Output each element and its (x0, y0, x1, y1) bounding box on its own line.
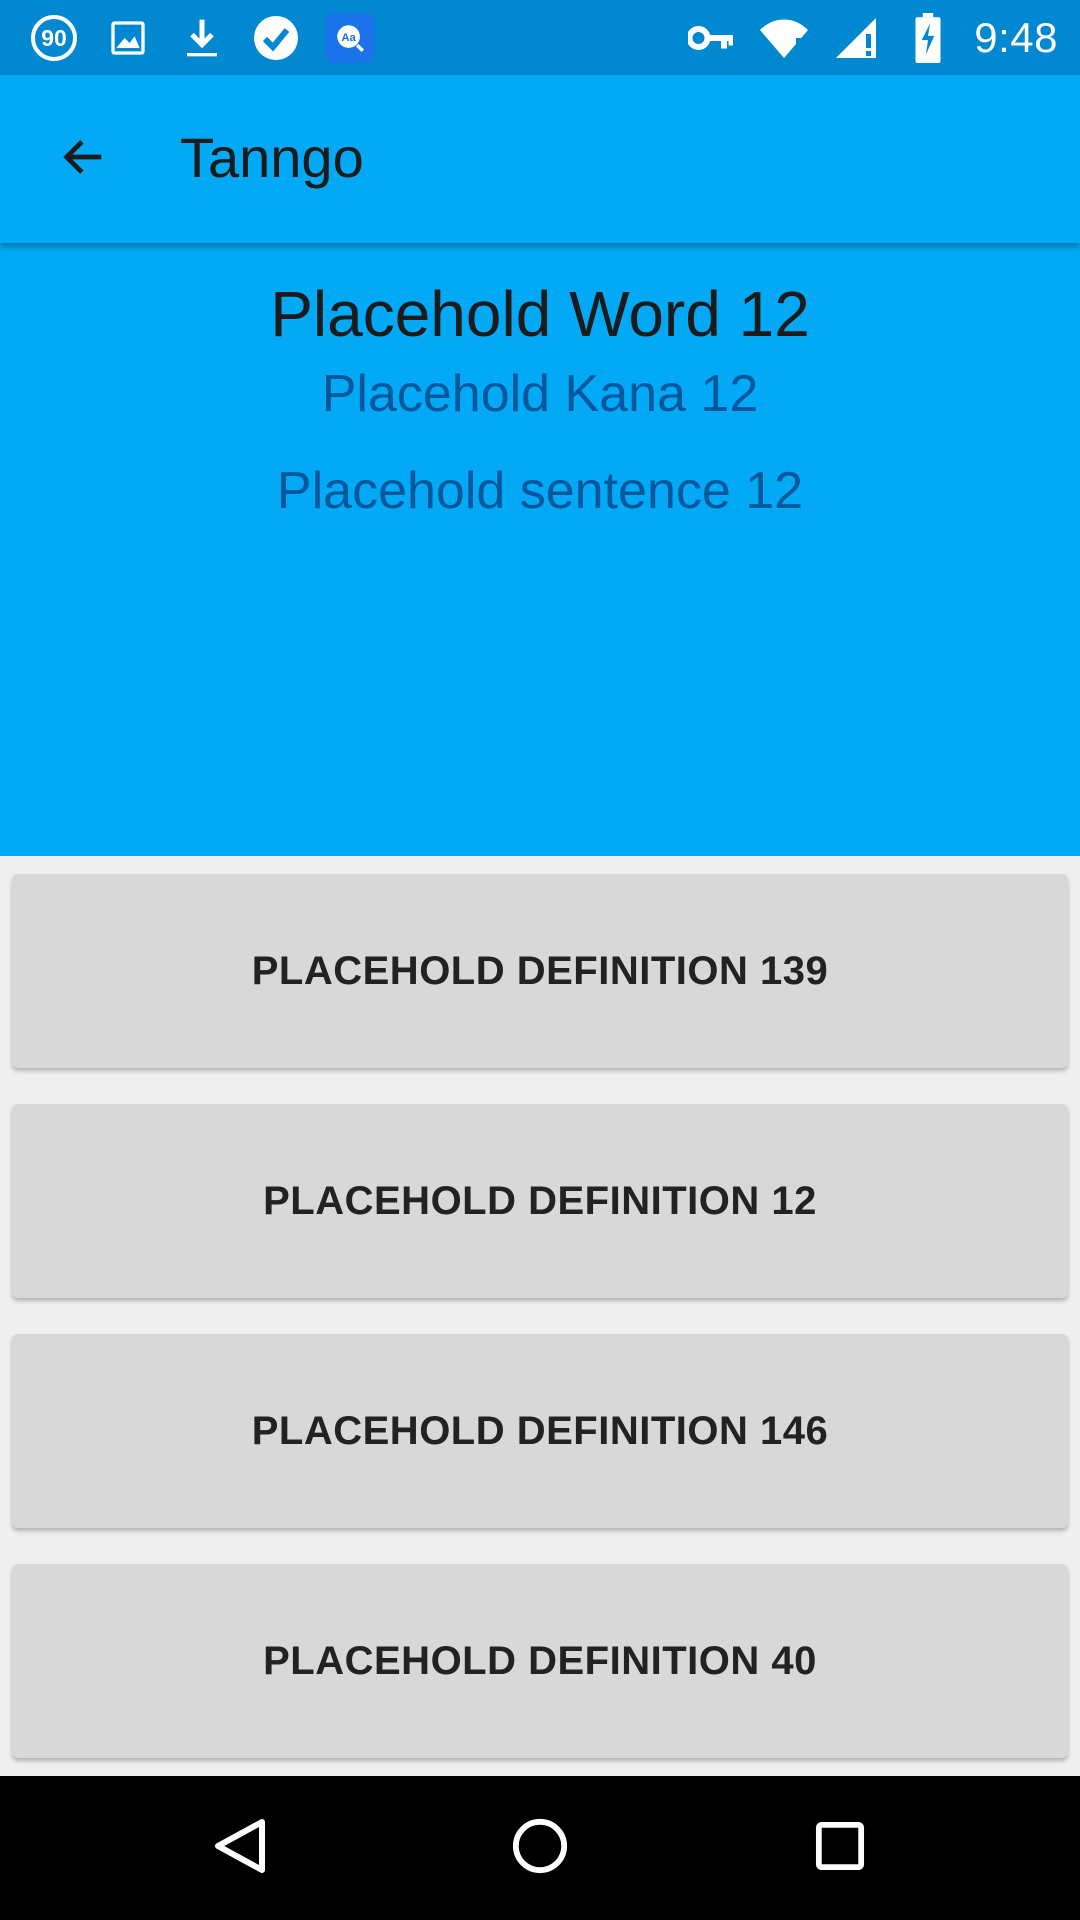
battery-charging-icon (902, 12, 954, 64)
dictionary-app-icon: Aa (324, 12, 376, 64)
definition-button[interactable]: PLACEHOLD DEFINITION 12 (12, 1104, 1068, 1298)
back-button[interactable] (44, 119, 124, 199)
arrow-left-icon (58, 131, 110, 188)
clock: 9:48 (974, 14, 1058, 61)
svg-text:Aa: Aa (341, 32, 356, 44)
definition-list: PLACEHOLD DEFINITION 139 PLACEHOLD DEFIN… (0, 856, 1080, 1776)
image-icon (102, 12, 154, 64)
definition-button[interactable]: PLACEHOLD DEFINITION 40 (12, 1564, 1068, 1758)
navigation-bar (0, 1776, 1080, 1920)
counter-badge-icon: 90 (28, 12, 80, 64)
example-sentence: Placehold sentence 12 (276, 462, 804, 520)
status-bar: 90 Aa 9:48 (0, 0, 1080, 75)
definition-button[interactable]: PLACEHOLD DEFINITION 146 (12, 1334, 1068, 1528)
wifi-icon (758, 12, 810, 64)
nav-recents-button[interactable] (800, 1808, 880, 1888)
home-circle-icon (511, 1817, 569, 1880)
notification-icons: 90 Aa (28, 10, 376, 66)
notification-badge: 90 (31, 15, 77, 61)
download-icon (176, 12, 228, 64)
definition-button[interactable]: PLACEHOLD DEFINITION 139 (12, 874, 1068, 1068)
cell-signal-icon (830, 12, 882, 64)
nav-home-button[interactable] (500, 1808, 580, 1888)
system-icons: 9:48 (686, 10, 1058, 66)
app-bar: Tanngo (0, 75, 1080, 243)
kana-text: Placehold Kana 12 (321, 365, 759, 423)
vpn-key-icon (686, 12, 738, 64)
check-circle-icon (250, 12, 302, 64)
screen: 90 Aa 9:48 Tanngo Placehold Word 12 Plac… (0, 0, 1080, 1920)
app-title: Tanngo (180, 126, 364, 189)
nav-back-button[interactable] (200, 1808, 280, 1888)
recents-square-icon (815, 1821, 865, 1876)
back-triangle-icon (212, 1816, 268, 1881)
word-card: Placehold Word 12 Placehold Kana 12 Plac… (0, 243, 1080, 856)
word-text: Placehold Word 12 (270, 278, 810, 350)
